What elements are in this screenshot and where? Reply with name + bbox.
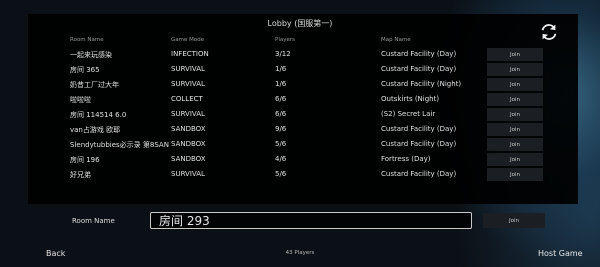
join-button[interactable]: Join xyxy=(487,138,543,151)
room-row: 房间 114514 6.0 SURVIVAL 6/6 (S2) Secret L… xyxy=(0,107,600,122)
column-header-room-name: Room Name xyxy=(70,37,104,43)
room-name: 奶昔工厂过大年 xyxy=(70,81,119,89)
map-name: Custard Facility (Day) xyxy=(381,50,457,58)
map-name: Custard Facility (Day) xyxy=(381,140,457,148)
room-name: 房间 196 xyxy=(70,156,100,164)
column-header-game-mode: Game Mode xyxy=(171,37,205,43)
player-count: 6/6 xyxy=(275,110,287,118)
game-mode: SANDBOX xyxy=(171,125,206,133)
room-name: 房间 114514 6.0 xyxy=(70,111,127,119)
room-row: van占游戏 欧耶 SANDBOX 9/6 Custard Facility (… xyxy=(0,122,600,137)
room-name: 好兄弟 xyxy=(70,171,91,179)
column-header-players: Players xyxy=(275,37,295,43)
player-count: 4/6 xyxy=(275,155,287,163)
join-button[interactable]: Join xyxy=(487,168,543,181)
join-button[interactable]: Join xyxy=(487,48,543,61)
player-count: 5/6 xyxy=(275,170,287,178)
room-name-label: Room Name xyxy=(72,217,115,225)
map-name: Custard Facility (Day) xyxy=(381,170,457,178)
room-name: van占游戏 欧耶 xyxy=(70,126,121,134)
player-count: 1/6 xyxy=(275,80,287,88)
room-name: Slendytubbies必示录 第8SANDBOX xyxy=(70,141,169,149)
online-player-count: 43 Players xyxy=(285,250,315,256)
game-mode: SURVIVAL xyxy=(171,110,205,118)
refresh-icon xyxy=(541,24,557,40)
lobby-title: Lobby (国服第一) xyxy=(267,19,333,28)
map-name: Custard Facility (Night) xyxy=(381,80,462,88)
player-count: 3/12 xyxy=(275,50,291,58)
map-name: Custard Facility (Day) xyxy=(381,65,457,73)
game-mode: SURVIVAL xyxy=(171,170,205,178)
room-row: 房间 365 SURVIVAL 1/6 Custard Facility (Da… xyxy=(0,62,600,77)
join-button[interactable]: Join xyxy=(487,93,543,106)
room-name: 一起来玩感染 xyxy=(70,51,112,59)
join-button[interactable]: Join xyxy=(487,108,543,121)
room-name: 房间 365 xyxy=(70,66,100,74)
game-mode: COLLECT xyxy=(171,95,203,103)
player-count: 5/6 xyxy=(275,140,287,148)
game-mode: SANDBOX xyxy=(171,140,206,148)
map-name: (S2) Secret Lair xyxy=(381,110,436,118)
room-row: 啦啦啦 COLLECT 6/6 Outskirts (Night) Join xyxy=(0,92,600,107)
map-name: Outskirts (Night) xyxy=(381,95,440,103)
map-name: Custard Facility (Day) xyxy=(381,125,457,133)
game-mode: INFECTION xyxy=(171,50,209,58)
player-count: 1/6 xyxy=(275,65,287,73)
room-name: 啦啦啦 xyxy=(70,96,91,104)
join-button[interactable]: Join xyxy=(487,63,543,76)
host-game-button[interactable]: Host Game xyxy=(538,249,583,258)
refresh-button[interactable] xyxy=(538,21,560,43)
join-button[interactable]: Join xyxy=(487,153,543,166)
column-header-map-name: Map Name xyxy=(381,37,411,43)
player-count: 6/6 xyxy=(275,95,287,103)
join-room-button[interactable]: Join xyxy=(483,213,545,228)
room-row: 一起来玩感染 INFECTION 3/12 Custard Facility (… xyxy=(0,47,600,62)
player-count: 9/6 xyxy=(275,125,287,133)
game-mode: SURVIVAL xyxy=(171,65,205,73)
game-mode: SANDBOX xyxy=(171,155,206,163)
join-button[interactable]: Join xyxy=(487,123,543,136)
room-row: 房间 196 SANDBOX 4/6 Fortress (Day) Join xyxy=(0,152,600,167)
game-mode: SURVIVAL xyxy=(171,80,205,88)
room-row: Slendytubbies必示录 第8SANDBOX SANDBOX 5/6 C… xyxy=(0,137,600,152)
join-button[interactable]: Join xyxy=(487,78,543,91)
map-name: Fortress (Day) xyxy=(381,155,431,163)
room-row: 好兄弟 SURVIVAL 5/6 Custard Facility (Day) … xyxy=(0,167,600,182)
room-row: 奶昔工厂过大年 SURVIVAL 1/6 Custard Facility (N… xyxy=(0,77,600,92)
room-name-input[interactable]: 房间 293 xyxy=(150,212,472,229)
room-list: 一起来玩感染 INFECTION 3/12 Custard Facility (… xyxy=(0,47,600,182)
